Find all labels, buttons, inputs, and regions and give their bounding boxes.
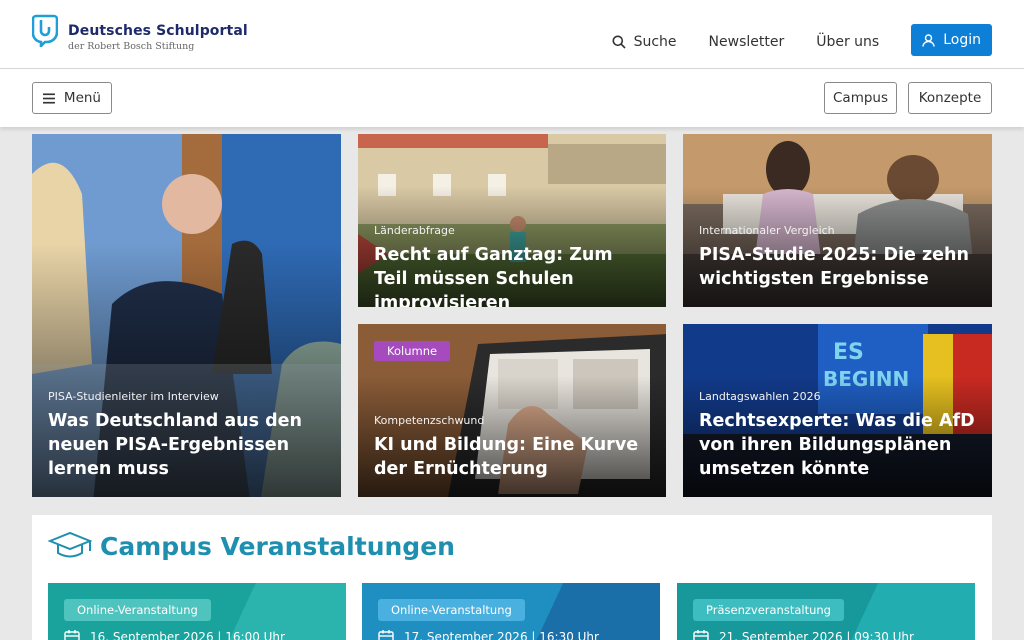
event-date: 16. September 2026 | 16:00 Uhr (64, 629, 285, 640)
teaser-kicker: Internationaler Vergleich (699, 224, 835, 237)
konzepte-button[interactable]: Konzepte (908, 82, 992, 114)
calendar-icon (64, 630, 80, 640)
menu-label: Menü (63, 90, 101, 106)
campus-heading: Campus Veranstaltungen (48, 531, 455, 561)
event-card[interactable]: Online-Veranstaltung 16. September 2026 … (48, 583, 346, 640)
calendar-icon (693, 630, 709, 640)
search-label: Suche (633, 34, 677, 50)
event-date-text: 16. September 2026 | 16:00 Uhr (90, 630, 285, 640)
login-button[interactable]: Login (911, 24, 992, 56)
login-label: Login (943, 32, 981, 48)
about-link[interactable]: Über uns (816, 34, 879, 50)
campus-section: Campus Veranstaltungen Online-Veranstalt… (32, 515, 992, 640)
site-logo[interactable]: Deutsches Schulportal der Robert Bosch S… (32, 13, 248, 52)
teaser-headline: Recht auf Ganztag: Zum Teil müssen Schul… (374, 245, 613, 307)
event-type: Präsenzveranstaltung (693, 599, 844, 621)
event-type: Online-Veranstaltung (64, 599, 211, 621)
teaser-kicker: Kompetenzschwund (374, 414, 485, 427)
event-date: 21. September 2026 | 09:30 Uhr (693, 629, 914, 640)
teaser-card[interactable]: PISA-Studienleiter im Interview Was Deut… (32, 134, 341, 497)
hamburger-icon (43, 92, 55, 104)
event-date-text: 21. September 2026 | 09:30 Uhr (719, 630, 914, 640)
event-date-text: 17. September 2026 | 16:30 Uhr (404, 630, 599, 640)
teaser-card[interactable]: Internationaler Vergleich PISA-Studie 20… (683, 134, 992, 307)
menu-button[interactable]: Menü (32, 82, 112, 114)
teaser-headline: KI und Bildung: Eine Kurve der Ernüchter… (374, 435, 639, 479)
newsletter-link[interactable]: Newsletter (709, 34, 785, 50)
event-type: Online-Veranstaltung (378, 599, 525, 621)
teaser-kicker: Länderabfrage (374, 224, 455, 237)
brand-subtitle: der Robert Bosch Stiftung (68, 41, 195, 52)
user-icon (922, 33, 935, 47)
teaser-card[interactable]: Kolumne Kompetenzschwund KI und Bildung:… (358, 324, 666, 497)
main-nav: Suche Newsletter Über uns Login (580, 24, 992, 56)
teaser-card[interactable]: ES BEGINN Landtagswahlen 2026 Rechtsexpe… (683, 324, 992, 497)
sub-navigation: Menü Campus Konzepte (0, 69, 1024, 127)
search-link[interactable]: Suche (612, 34, 677, 50)
brand-title: Deutsches Schulportal (68, 23, 248, 39)
teaser-card[interactable]: Länderabfrage Recht auf Ganztag: Zum Tei… (358, 134, 666, 307)
event-card[interactable]: Präsenzveranstaltung 21. September 2026 … (677, 583, 975, 640)
teaser-kicker: PISA-Studienleiter im Interview (48, 390, 219, 403)
site-header: Deutsches Schulportal der Robert Bosch S… (0, 0, 1024, 69)
event-date: 17. September 2026 | 16:30 Uhr (378, 629, 599, 640)
event-card[interactable]: Online-Veranstaltung 17. September 2026 … (362, 583, 660, 640)
campus-button[interactable]: Campus (824, 82, 897, 114)
column-badge: Kolumne (374, 341, 451, 361)
campus-title: Campus Veranstaltungen (100, 531, 455, 561)
teaser-headline: PISA-Studie 2025: Die zehn wichtigsten E… (699, 245, 969, 289)
calendar-icon (378, 630, 394, 640)
logo-icon (32, 14, 58, 47)
search-icon (612, 35, 626, 49)
svg-text:ES: ES (833, 340, 864, 365)
teaser-headline: Was Deutschland aus den neuen PISA-Ergeb… (48, 411, 302, 479)
teaser-headline: Rechtsexperte: Was die AfD von ihren Bil… (699, 411, 975, 479)
graduation-cap-icon (48, 531, 92, 558)
teaser-kicker: Landtagswahlen 2026 (699, 390, 821, 403)
